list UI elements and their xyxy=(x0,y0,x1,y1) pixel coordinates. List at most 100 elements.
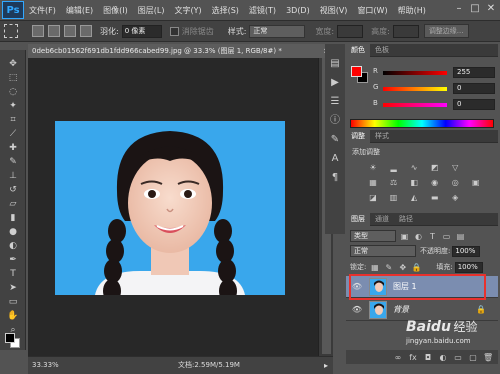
menu-layer[interactable]: 图层(L) xyxy=(133,5,170,16)
menu-image[interactable]: 图像(I) xyxy=(98,5,133,16)
clone-stamp-icon[interactable]: ⊥ xyxy=(4,170,22,183)
channel-mixer-icon[interactable]: ◎ xyxy=(449,177,461,188)
filter-shape-icon[interactable]: ▭ xyxy=(441,231,452,242)
lock-all-icon[interactable]: 🔒 xyxy=(411,262,422,273)
blend-mode-select[interactable]: 正常 xyxy=(350,245,416,257)
add-selection-icon[interactable] xyxy=(48,25,60,37)
color-lookup-icon[interactable]: ▣ xyxy=(470,177,482,188)
green-value-input[interactable]: 0 xyxy=(453,83,495,94)
menu-filter[interactable]: 滤镜(T) xyxy=(244,5,281,16)
refine-edge-button[interactable]: 调整边缘... xyxy=(423,24,469,38)
history-brush-icon[interactable]: ↺ xyxy=(4,184,22,197)
tab-swatches[interactable]: 色板 xyxy=(370,44,394,57)
eraser-icon[interactable]: ▱ xyxy=(4,198,22,211)
black-white-icon[interactable]: ◧ xyxy=(408,177,420,188)
selective-color-icon[interactable]: ◈ xyxy=(449,192,461,203)
foreground-color-swatch[interactable] xyxy=(5,333,15,343)
link-layers-icon[interactable]: ∞ xyxy=(393,353,403,362)
lock-transparency-icon[interactable]: ▦ xyxy=(369,262,380,273)
brightness-contrast-icon[interactable]: ☀ xyxy=(367,162,379,173)
properties-panel-icon[interactable]: ☰ xyxy=(329,96,341,108)
menu-select[interactable]: 选择(S) xyxy=(207,5,244,16)
marquee-tool-icon[interactable] xyxy=(4,24,18,38)
intersect-selection-icon[interactable] xyxy=(80,25,92,37)
hue-saturation-icon[interactable]: ▦ xyxy=(367,177,379,188)
menu-window[interactable]: 窗口(W) xyxy=(352,5,392,16)
paragraph-panel-icon[interactable]: ¶ xyxy=(329,172,341,184)
gradient-map-icon[interactable]: ▬ xyxy=(429,192,441,203)
menu-type[interactable]: 文字(Y) xyxy=(169,5,206,16)
style-select[interactable]: 正常 xyxy=(249,24,306,38)
visibility-eye-icon[interactable]: 👁 xyxy=(351,305,363,314)
filter-adjustment-icon[interactable]: ◐ xyxy=(413,231,424,242)
tab-color[interactable]: 颜色 xyxy=(346,43,370,57)
lock-position-icon[interactable]: ✥ xyxy=(397,262,408,273)
lock-image-icon[interactable]: ✎ xyxy=(383,262,394,273)
hand-icon[interactable]: ✋ xyxy=(4,310,22,323)
info-panel-icon[interactable]: ⓘ xyxy=(329,115,341,127)
filter-smart-object-icon[interactable]: ▤ xyxy=(455,231,466,242)
invert-icon[interactable]: ◪ xyxy=(367,192,379,203)
red-slider[interactable] xyxy=(383,71,447,75)
color-panel-foreground[interactable] xyxy=(351,66,362,77)
close-icon[interactable]: ✕ xyxy=(484,2,498,16)
antialias-checkbox[interactable] xyxy=(169,26,179,36)
rectangle-shape-icon[interactable]: ▭ xyxy=(4,296,22,309)
eyedropper-icon[interactable]: ⟋ xyxy=(4,128,22,141)
status-menu-icon[interactable]: ▸ xyxy=(324,357,328,374)
history-panel-icon[interactable]: ▤ xyxy=(329,58,341,70)
photo-filter-icon[interactable]: ◉ xyxy=(429,177,441,188)
type-tool-icon[interactable]: T xyxy=(4,268,22,281)
actions-panel-icon[interactable]: ▶ xyxy=(329,77,341,89)
opacity-input[interactable]: 100% xyxy=(452,245,481,257)
menu-file[interactable]: 文件(F) xyxy=(24,5,61,16)
color-balance-icon[interactable]: ⚖ xyxy=(388,177,400,188)
blue-value-input[interactable]: 0 xyxy=(453,99,495,110)
curves-icon[interactable]: ∿ xyxy=(408,162,420,173)
magic-wand-icon[interactable]: ✦ xyxy=(4,100,22,113)
dodge-icon[interactable]: ◐ xyxy=(4,240,22,253)
color-spectrum-bar[interactable] xyxy=(350,119,494,128)
posterize-icon[interactable]: ▥ xyxy=(388,192,400,203)
subtract-selection-icon[interactable] xyxy=(64,25,76,37)
menu-help[interactable]: 帮助(H) xyxy=(393,5,431,16)
tab-channels[interactable]: 通道 xyxy=(370,213,394,226)
vibrance-icon[interactable]: ▽ xyxy=(449,162,461,173)
feather-input[interactable]: 0 像素 xyxy=(121,24,162,38)
marquee-icon[interactable]: ⬚ xyxy=(4,72,22,85)
width-input[interactable] xyxy=(337,24,364,38)
brush-panel-icon[interactable]: ✎ xyxy=(329,134,341,146)
threshold-icon[interactable]: ◭ xyxy=(408,192,420,203)
tab-adjustments[interactable]: 调整 xyxy=(346,129,370,143)
green-slider[interactable] xyxy=(383,87,447,91)
blur-icon[interactable]: ● xyxy=(4,226,22,239)
exposure-icon[interactable]: ◩ xyxy=(429,162,441,173)
blue-slider[interactable] xyxy=(383,103,447,107)
filter-pixel-icon[interactable]: ▣ xyxy=(399,231,410,242)
document-tab[interactable]: 0deb6cb01562f691db1fdd966cabed99.jpg @ 3… xyxy=(28,44,333,58)
healing-brush-icon[interactable]: ✚ xyxy=(4,142,22,155)
move-tool-icon[interactable]: ✥ xyxy=(4,58,22,71)
gradient-icon[interactable]: ▮ xyxy=(4,212,22,225)
zoom-level[interactable]: 33.33% xyxy=(32,357,59,374)
maximize-icon[interactable]: □ xyxy=(468,2,482,16)
tab-layers[interactable]: 图层 xyxy=(346,212,370,226)
crop-icon[interactable]: ⌗ xyxy=(4,114,22,127)
height-input[interactable] xyxy=(392,24,419,38)
tab-paths[interactable]: 路径 xyxy=(394,213,418,226)
layer-filter-select[interactable]: 类型 xyxy=(350,230,396,242)
fill-input[interactable]: 100% xyxy=(454,261,483,273)
red-value-input[interactable]: 255 xyxy=(453,67,495,78)
menu-view[interactable]: 视图(V) xyxy=(315,5,353,16)
filter-type-icon[interactable]: T xyxy=(427,231,438,242)
menu-3d[interactable]: 3D(D) xyxy=(281,6,315,15)
tab-styles[interactable]: 样式 xyxy=(370,130,394,143)
path-selection-icon[interactable]: ➤ xyxy=(4,282,22,295)
levels-icon[interactable]: ▂ xyxy=(388,162,400,173)
new-selection-icon[interactable] xyxy=(32,25,44,37)
brush-icon[interactable]: ✎ xyxy=(4,156,22,169)
minimize-icon[interactable]: – xyxy=(452,2,466,16)
pen-icon[interactable]: ✒ xyxy=(4,254,22,267)
menu-edit[interactable]: 编辑(E) xyxy=(61,5,98,16)
lasso-icon[interactable]: ◌ xyxy=(4,86,22,99)
